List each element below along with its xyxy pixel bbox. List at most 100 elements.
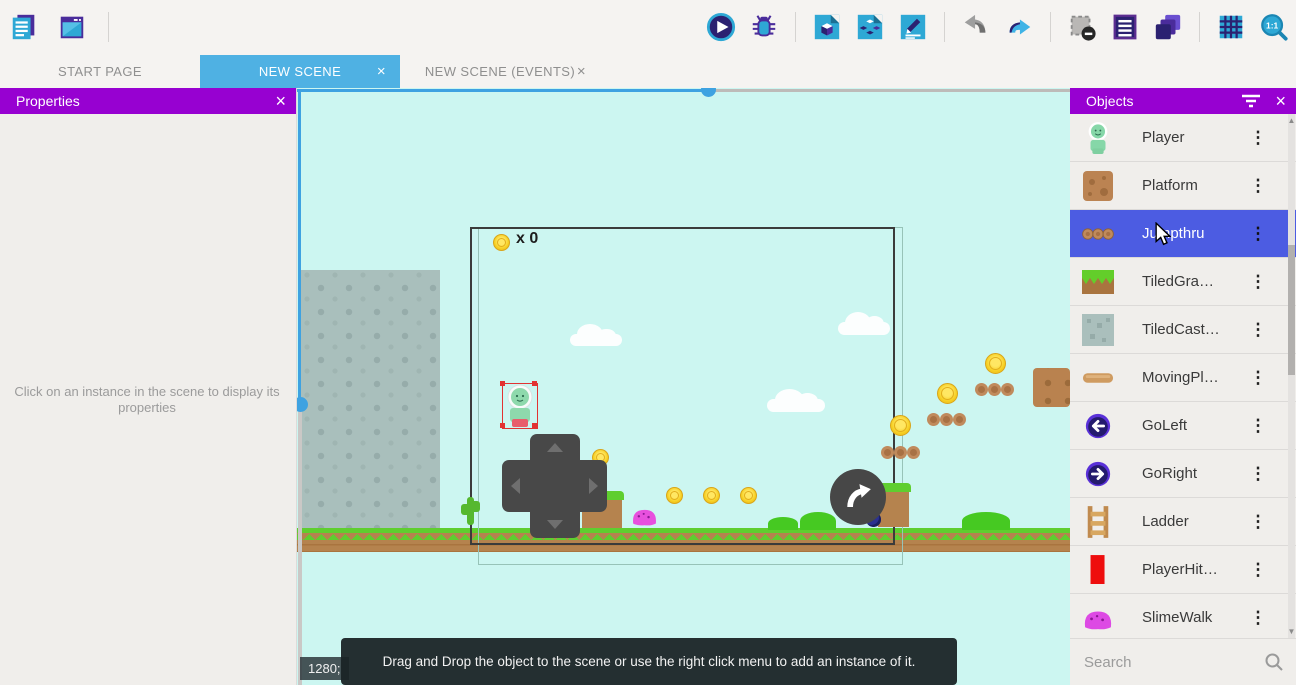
dpad-control-instance[interactable] xyxy=(502,434,607,538)
platform-instance[interactable] xyxy=(1033,368,1070,407)
add-object-icon[interactable] xyxy=(854,11,886,43)
properties-panel: Properties × Click on an instance in the… xyxy=(0,88,297,685)
toolbar-divider xyxy=(944,12,945,42)
kebab-menu-icon[interactable]: ⋮ xyxy=(1248,162,1268,210)
dpad-down-arrow-icon xyxy=(547,520,563,529)
vertical-scrollbar[interactable] xyxy=(298,89,301,401)
edit-scene-icon[interactable] xyxy=(897,11,929,43)
mouse-cursor xyxy=(1155,222,1171,246)
horizontal-scrollbar-track[interactable] xyxy=(709,89,1070,92)
layers-icon[interactable] xyxy=(1152,11,1184,43)
tab-new-scene[interactable]: NEW SCENE × xyxy=(200,55,400,88)
bush-decoration xyxy=(800,512,836,530)
object-row-tiledgrass[interactable]: TiledGra… ⋮ xyxy=(1070,258,1296,306)
start-page-icon[interactable] xyxy=(56,11,88,43)
filter-icon[interactable] xyxy=(1241,94,1261,108)
kebab-menu-icon[interactable]: ⋮ xyxy=(1248,498,1268,546)
kebab-menu-icon[interactable]: ⋮ xyxy=(1248,114,1268,162)
player-sprite xyxy=(503,384,537,428)
kebab-menu-icon[interactable]: ⋮ xyxy=(1248,306,1268,354)
kebab-menu-icon[interactable]: ⋮ xyxy=(1248,450,1268,498)
search-input[interactable] xyxy=(1084,649,1254,675)
jumpthru-instance[interactable] xyxy=(927,413,940,426)
kebab-menu-icon[interactable]: ⋮ xyxy=(1248,546,1268,594)
object-row-tiledcastle[interactable]: TiledCast… ⋮ xyxy=(1070,306,1296,354)
zoom-1-1-icon[interactable]: 1:1 xyxy=(1258,11,1290,43)
object-row-ladder[interactable]: Ladder ⋮ xyxy=(1070,498,1296,546)
close-icon[interactable]: × xyxy=(1275,92,1286,110)
scene-canvas[interactable]: x 0 1280; Drag and Drop the obj xyxy=(297,88,1070,685)
tab-bar: START PAGE NEW SCENE × NEW SCENE (EVENTS… xyxy=(0,55,1296,88)
coin-instance[interactable] xyxy=(703,487,720,504)
object-row-movingplatform[interactable]: MovingPl… ⋮ xyxy=(1070,354,1296,402)
objects-panel: Objects × Player ⋮ Platform ⋮ Jumpthru ⋮… xyxy=(1070,88,1296,685)
tab-new-scene-events[interactable]: NEW SCENE (EVENTS) × xyxy=(400,55,600,88)
kebab-menu-icon[interactable]: ⋮ xyxy=(1248,210,1268,258)
properties-empty-message: Click on an instance in the scene to dis… xyxy=(12,384,282,415)
object-row-goleft[interactable]: GoLeft ⋮ xyxy=(1070,402,1296,450)
play-icon[interactable] xyxy=(705,11,737,43)
cactus-decoration xyxy=(467,497,474,525)
moving-platform-object-icon xyxy=(1082,360,1114,396)
object-row-player[interactable]: Player ⋮ xyxy=(1070,114,1296,162)
coin-instance[interactable] xyxy=(985,353,1006,374)
objects-scrollbar[interactable]: ▲ ▼ xyxy=(1288,114,1295,638)
tiled-castle-instance[interactable] xyxy=(301,270,440,528)
player-object-icon xyxy=(1082,120,1114,156)
object-row-playerhitbox[interactable]: PlayerHit… ⋮ xyxy=(1070,546,1296,594)
toolbar-divider xyxy=(795,12,796,42)
coin-instance[interactable] xyxy=(666,487,683,504)
grid-icon[interactable] xyxy=(1215,11,1247,43)
close-icon[interactable]: × xyxy=(577,64,586,79)
jumpthru-object-icon xyxy=(1082,216,1114,252)
objects-search-bar xyxy=(1070,638,1296,685)
redo-icon[interactable] xyxy=(1003,11,1035,43)
jump-button-instance[interactable] xyxy=(830,469,886,525)
dpad-up-arrow-icon xyxy=(547,443,563,452)
export-project-icon[interactable] xyxy=(811,11,843,43)
kebab-menu-icon[interactable]: ⋮ xyxy=(1248,594,1268,638)
horizontal-scrollbar[interactable] xyxy=(297,89,709,92)
scroll-up-icon[interactable]: ▲ xyxy=(1287,116,1296,125)
toolbar-divider xyxy=(108,12,109,42)
selection-handles[interactable] xyxy=(500,381,505,386)
object-row-platform[interactable]: Platform ⋮ xyxy=(1070,162,1296,210)
horizontal-scrollbar-thumb[interactable] xyxy=(701,88,716,97)
jumpthru-instance[interactable] xyxy=(881,446,894,459)
scroll-down-icon[interactable]: ▼ xyxy=(1287,627,1296,636)
drag-drop-hint-tooltip: Drag and Drop the object to the scene or… xyxy=(341,638,957,685)
close-icon[interactable]: × xyxy=(275,92,286,110)
jumpthru-instance[interactable] xyxy=(975,383,988,396)
toolbar-divider xyxy=(1050,12,1051,42)
debug-icon[interactable] xyxy=(748,11,780,43)
slime-enemy-instance[interactable] xyxy=(628,505,661,531)
coin-instance[interactable] xyxy=(740,487,757,504)
vertical-scrollbar-track[interactable] xyxy=(298,406,302,685)
objects-scrollbar-thumb[interactable] xyxy=(1288,245,1295,375)
svg-text:1:1: 1:1 xyxy=(1266,20,1278,30)
toolbar-divider xyxy=(1199,12,1200,42)
kebab-menu-icon[interactable]: ⋮ xyxy=(1248,402,1268,450)
slime-walk-object-icon xyxy=(1082,600,1114,636)
object-row-goright[interactable]: GoRight ⋮ xyxy=(1070,450,1296,498)
object-row-jumpthru[interactable]: Jumpthru ⋮ xyxy=(1070,210,1296,258)
bush-decoration xyxy=(768,517,798,530)
kebab-menu-icon[interactable]: ⋮ xyxy=(1248,258,1268,306)
coin-instance[interactable] xyxy=(937,383,958,404)
main-toolbar: 1:1 xyxy=(0,0,1296,55)
search-icon xyxy=(1264,652,1284,672)
tab-label: NEW SCENE xyxy=(259,64,341,79)
deselect-instances-icon[interactable] xyxy=(1066,11,1098,43)
coin-instance[interactable] xyxy=(890,415,911,436)
close-icon[interactable]: × xyxy=(377,64,386,79)
tab-label: NEW SCENE (EVENTS) xyxy=(425,64,575,79)
object-row-slimewalk[interactable]: SlimeWalk ⋮ xyxy=(1070,594,1296,638)
kebab-menu-icon[interactable]: ⋮ xyxy=(1248,354,1268,402)
go-right-object-icon xyxy=(1082,456,1114,492)
player-instance[interactable] xyxy=(502,383,538,429)
dpad-right-arrow-icon xyxy=(589,478,598,494)
project-manager-icon[interactable] xyxy=(8,11,40,43)
tab-start-page[interactable]: START PAGE xyxy=(0,55,200,88)
undo-icon[interactable] xyxy=(960,11,992,43)
instances-list-icon[interactable] xyxy=(1109,11,1141,43)
